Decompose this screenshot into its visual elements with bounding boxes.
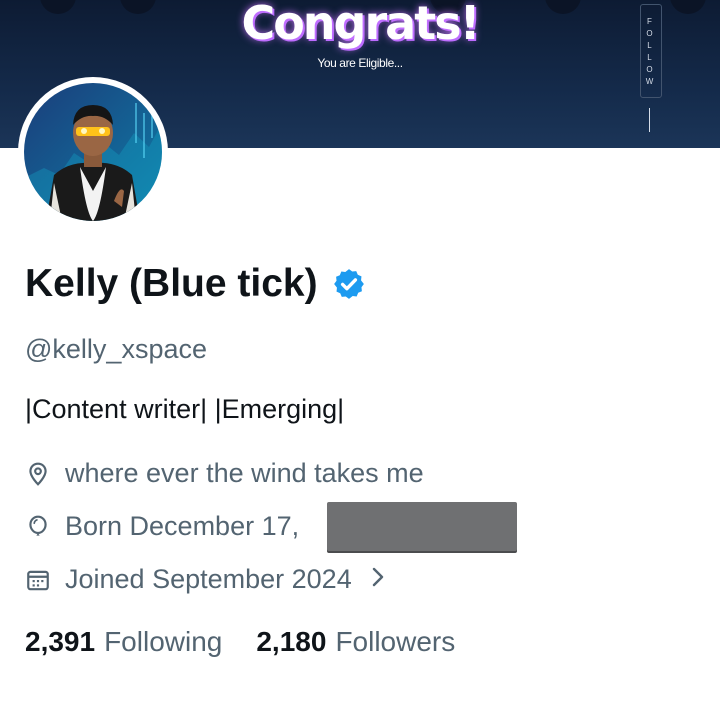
following-label: Following — [104, 626, 223, 657]
profile-joined: Joined September 2024 — [65, 564, 352, 594]
followers-label: Followers — [335, 626, 456, 657]
balloon-icon — [29, 515, 47, 536]
profile-birthday-row: Born December 17, — [25, 511, 299, 542]
profile-stats: 2,391 Following 2,180 Followers — [25, 626, 489, 658]
banner-title: Congrats! — [241, 0, 480, 50]
avatar-illustration — [24, 83, 162, 221]
profile-joined-row[interactable]: Joined September 2024 — [25, 564, 386, 595]
profile-location-row: where ever the wind takes me — [25, 458, 424, 489]
banner-subtitle: You are Eligible... — [317, 56, 403, 70]
avatar[interactable] — [24, 83, 162, 221]
profile-name: Kelly (Blue tick) — [25, 262, 318, 305]
chevron-right-icon[interactable] — [370, 564, 386, 595]
banner-follow-label: FOLLOW — [645, 17, 655, 86]
profile-birthday: Born December 17, — [65, 511, 300, 541]
followers-count: 2,180 — [256, 626, 327, 657]
following-link[interactable]: 2,391 Following — [25, 626, 222, 658]
redaction-block — [327, 502, 517, 551]
followers-link[interactable]: 2,180 Followers — [256, 626, 455, 658]
profile-handle: @kelly_xspace — [25, 334, 207, 364]
following-count: 2,391 — [25, 626, 96, 657]
profile-bio: |Content writer| |Emerging| — [25, 394, 345, 424]
profile-location: where ever the wind takes me — [65, 458, 424, 488]
calendar-icon — [27, 570, 49, 590]
location-pin-icon — [29, 462, 47, 486]
verified-badge-icon[interactable] — [332, 267, 366, 301]
profile-name-row: Kelly (Blue tick) — [25, 262, 366, 306]
banner-follow-line — [649, 108, 650, 132]
